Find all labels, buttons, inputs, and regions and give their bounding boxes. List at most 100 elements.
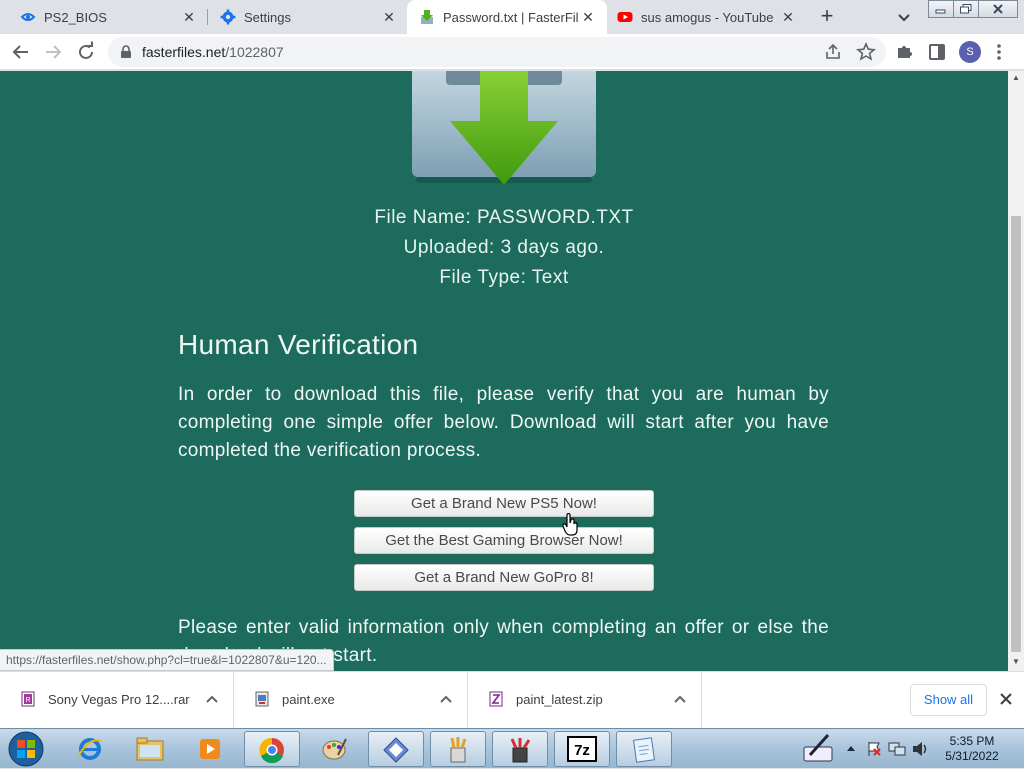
tab-label: PS2_BIOS (44, 9, 107, 25)
download-shelf: R Sony Vegas Pro 12....rar paint.exe pai… (0, 671, 1024, 729)
new-tab-button[interactable]: + (815, 5, 839, 29)
svg-text:R: R (25, 697, 30, 704)
chevron-down-icon[interactable] (894, 7, 914, 27)
file-explorer-icon (136, 737, 164, 761)
taskbar-app[interactable] (368, 731, 424, 767)
close-icon[interactable] (999, 692, 1013, 706)
reload-icon[interactable] (74, 40, 98, 64)
offer-button-gopro[interactable]: Get a Brand New GoPro 8! (354, 564, 654, 591)
svg-text:7z: 7z (574, 742, 590, 759)
vertical-scrollbar[interactable]: ▲ ▼ (1008, 71, 1024, 671)
winrar-icon: R (21, 691, 35, 707)
extensions-puzzle-icon[interactable] (896, 42, 914, 60)
chrome-icon (259, 737, 284, 764)
star-icon[interactable] (856, 42, 876, 62)
page-viewport: File Name: PASSWORD.TXT Uploaded: 3 days… (0, 71, 1008, 671)
windows-taskbar: 7z 5:35 PM 5/31/2022 (0, 728, 1024, 768)
download-filename: Sony Vegas Pro 12....rar (48, 692, 190, 707)
file-type: File Type: Text (439, 267, 569, 288)
windows-start-orb-icon[interactable] (6, 730, 46, 768)
download-filename: paint.exe (282, 692, 335, 707)
url-host: fasterfiles.net (142, 44, 226, 60)
tab-label: Password.txt | FasterFiles (443, 9, 579, 25)
tab-label: sus amogus - YouTube (641, 9, 774, 25)
zip-icon (489, 691, 503, 707)
browser-toolbar: fasterfiles.net/1022807 S (0, 34, 1024, 70)
chevron-up-icon[interactable] (440, 694, 452, 704)
clock-time: 5:35 PM (949, 734, 995, 748)
page-title: Human Verification (178, 329, 419, 360)
taskbar-clock[interactable]: 5:35 PM 5/31/2022 (935, 734, 1009, 764)
7zip-icon: 7z (567, 736, 597, 762)
tab-youtube[interactable]: sus amogus - YouTube ✕ (607, 0, 807, 34)
clock-date: 5/31/2022 (945, 749, 999, 763)
offer-button-ps5[interactable]: Get a Brand New PS5 Now! (354, 490, 654, 517)
media-player-icon (200, 739, 220, 759)
tab-password-txt[interactable]: Password.txt | FasterFiles ✕ (407, 0, 607, 34)
download-item[interactable]: R Sony Vegas Pro 12....rar (0, 672, 234, 729)
close-icon[interactable]: ✕ (579, 8, 597, 26)
ps2-site-icon (20, 13, 36, 21)
download-filename: paint_latest.zip (516, 692, 603, 707)
link-status-bubble: https://fasterfiles.net/show.php?cl=true… (0, 649, 334, 671)
tab-label: Settings (244, 9, 291, 25)
show-hidden-icons-chevron-icon[interactable] (846, 744, 856, 752)
download-item[interactable]: paint.exe (234, 672, 468, 729)
address-bar[interactable]: fasterfiles.net/1022807 (108, 37, 886, 67)
exe-icon (255, 691, 269, 707)
network-icon[interactable] (888, 741, 906, 757)
pen-tablet-icon[interactable] (802, 733, 834, 763)
share-icon[interactable] (824, 43, 842, 61)
paint-tools-icon (510, 738, 531, 763)
close-icon[interactable]: ✕ (380, 8, 398, 26)
youtube-icon (617, 12, 633, 22)
file-download-icon (412, 71, 596, 185)
upload-date: Uploaded: 3 days ago. (403, 237, 605, 258)
chevron-up-icon[interactable] (206, 694, 218, 704)
window-close-button[interactable] (978, 0, 1018, 18)
taskbar-file-explorer[interactable] (122, 731, 178, 767)
close-icon[interactable]: ✕ (180, 8, 198, 26)
paint-palette-icon (322, 738, 347, 760)
tab-strip: PS2_BIOS ✕ Settings ✕ Password.txt | Fas… (0, 0, 1024, 34)
taskbar-internet-explorer[interactable] (62, 731, 118, 767)
file-name: File Name: PASSWORD.TXT (374, 207, 634, 228)
taskbar-chrome[interactable] (244, 731, 300, 767)
url-path: /1022807 (225, 44, 284, 60)
scrollbar-thumb[interactable] (1011, 216, 1021, 652)
show-all-downloads-button[interactable]: Show all (910, 684, 987, 716)
volume-icon[interactable] (912, 741, 930, 757)
tab-ps2-bios[interactable]: PS2_BIOS ✕ (0, 0, 208, 34)
offer-button-gaming-browser[interactable]: Get the Best Gaming Browser Now! (354, 527, 654, 554)
url-text[interactable]: fasterfiles.net/1022807 (142, 44, 284, 60)
forward-arrow-icon[interactable] (41, 40, 65, 64)
minimize-button[interactable] (928, 0, 954, 18)
back-arrow-icon[interactable] (9, 40, 33, 64)
app-icon (383, 737, 409, 763)
scroll-up-arrow-icon[interactable]: ▲ (1012, 73, 1020, 82)
lock-icon[interactable] (120, 45, 132, 59)
tab-settings[interactable]: Settings ✕ (200, 0, 408, 34)
profile-avatar[interactable]: S (959, 41, 981, 63)
restore-button[interactable] (953, 0, 979, 18)
taskbar-paint-tools[interactable] (492, 731, 548, 767)
chevron-up-icon[interactable] (674, 694, 686, 704)
verification-instructions: In order to download this file, please v… (178, 384, 829, 461)
close-icon[interactable]: ✕ (779, 8, 797, 26)
taskbar-paint-brushes[interactable] (430, 731, 486, 767)
taskbar-media-player[interactable] (182, 731, 238, 767)
kebab-menu-icon[interactable] (996, 43, 1002, 61)
side-panel-icon[interactable] (928, 43, 946, 61)
gear-icon (220, 9, 236, 25)
taskbar-paint-palette[interactable] (306, 731, 362, 767)
paint-brushes-icon (450, 737, 467, 763)
scroll-down-arrow-icon[interactable]: ▼ (1012, 657, 1020, 666)
action-center-flag-icon[interactable] (866, 741, 882, 757)
taskbar-notepad[interactable] (616, 731, 672, 767)
download-icon (421, 10, 433, 24)
notepad-icon (632, 737, 656, 763)
taskbar-7zip[interactable]: 7z (554, 731, 610, 767)
hand-cursor-icon (562, 513, 578, 536)
internet-explorer-icon (78, 738, 102, 760)
download-item[interactable]: paint_latest.zip (468, 672, 702, 729)
